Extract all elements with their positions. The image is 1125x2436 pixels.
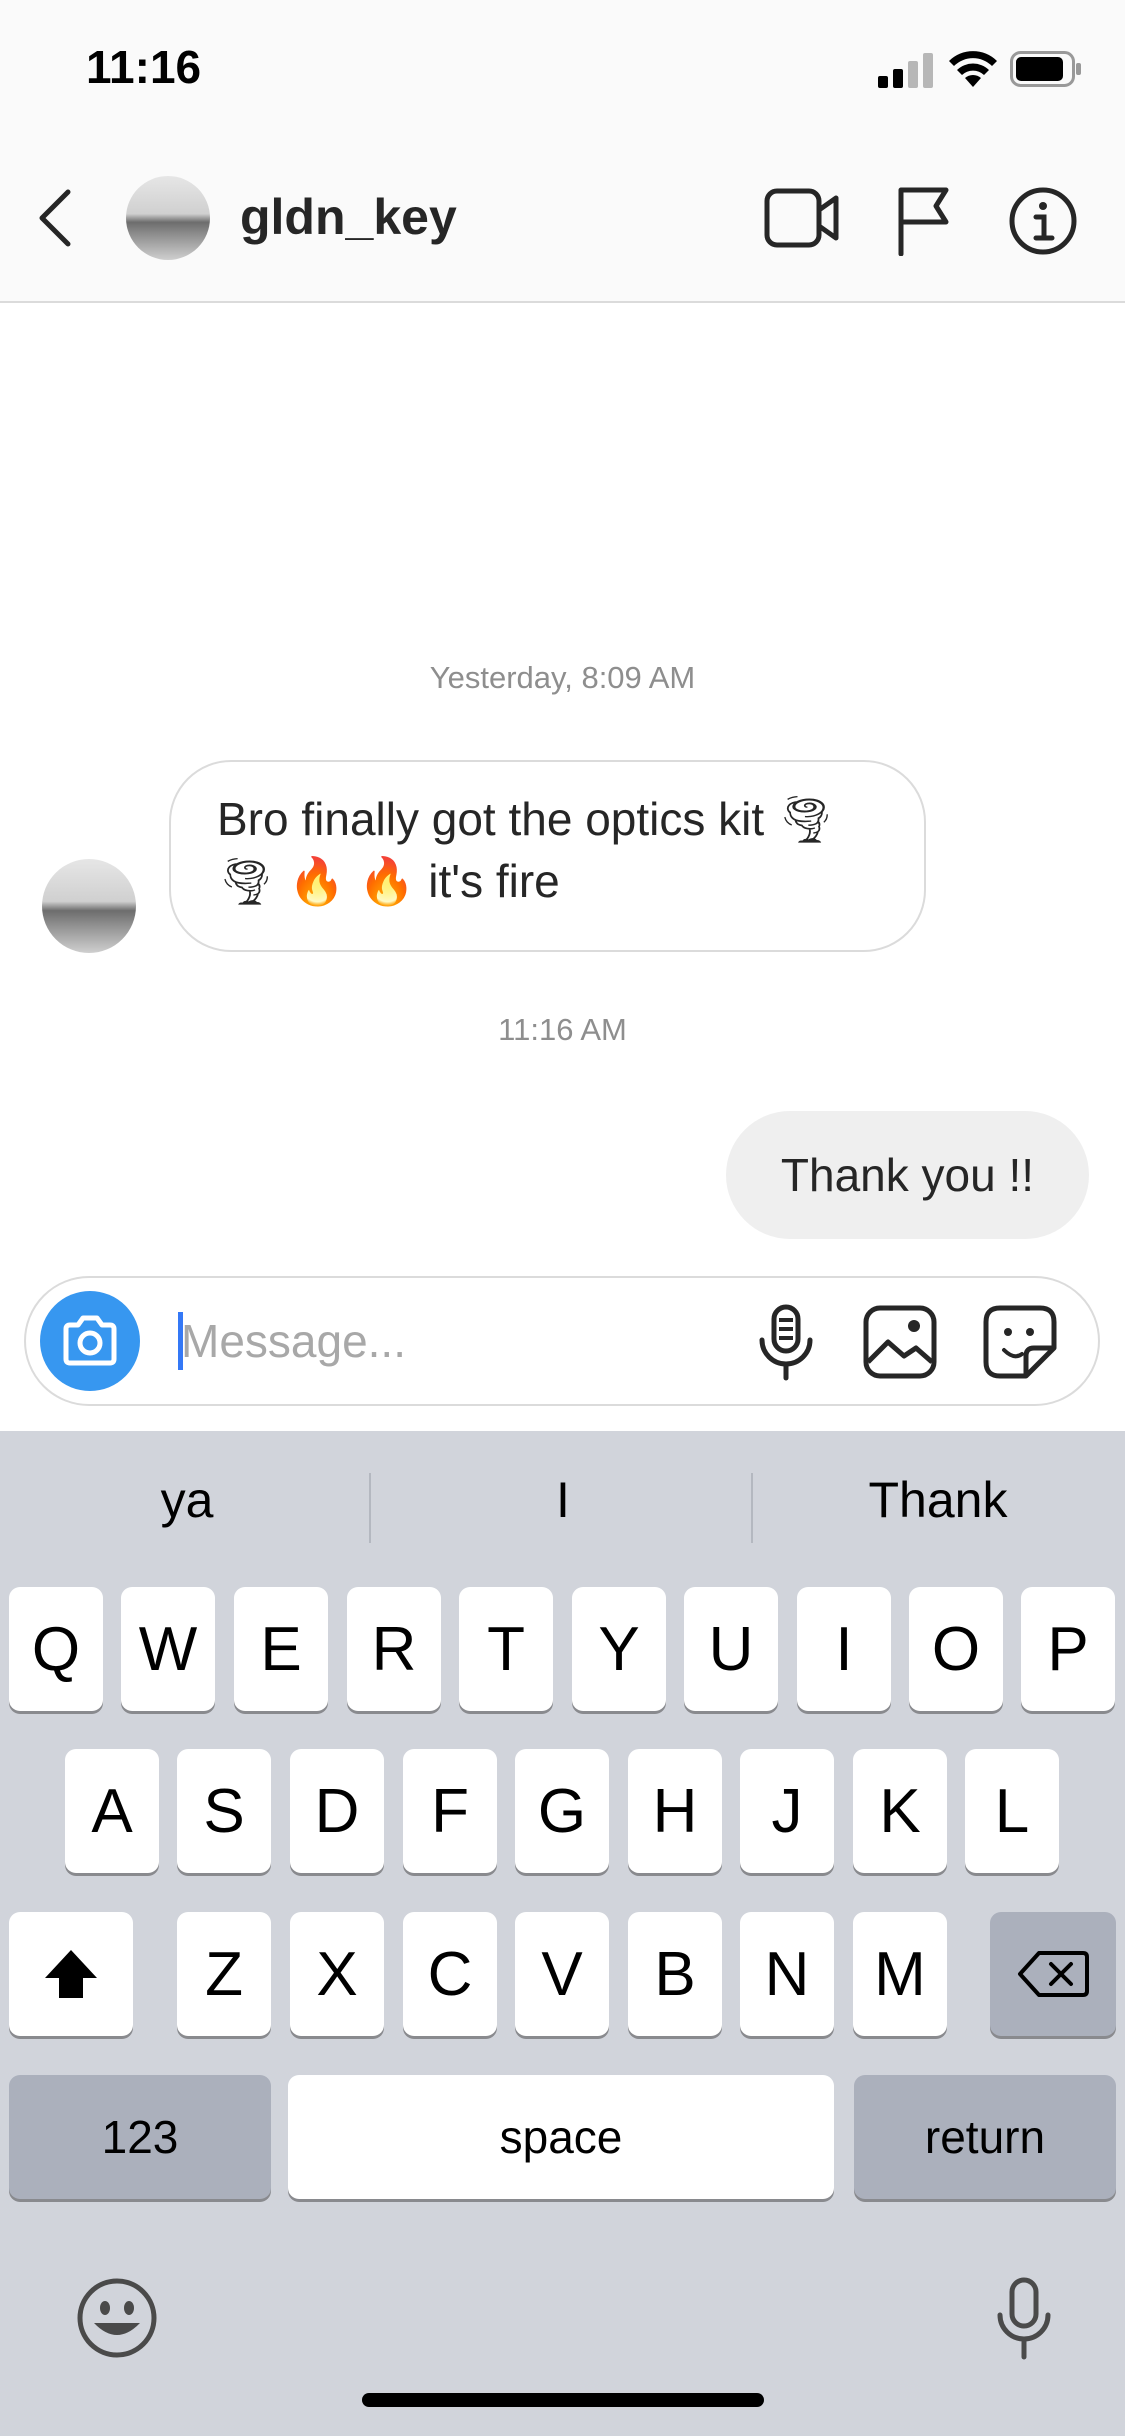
key-n[interactable]: N xyxy=(740,1912,834,2036)
key-s[interactable]: S xyxy=(177,1749,271,1873)
outgoing-message-bubble[interactable]: Thank you !! xyxy=(726,1111,1089,1239)
signal-icon xyxy=(878,53,933,88)
key-x[interactable]: X xyxy=(290,1912,384,2036)
timestamp-today: 11:16 AM xyxy=(498,1012,627,1047)
key-e[interactable]: E xyxy=(234,1587,328,1711)
sticker-icon[interactable] xyxy=(982,1304,1058,1380)
key-g[interactable]: G xyxy=(515,1749,609,1873)
key-o[interactable]: O xyxy=(909,1587,1003,1711)
key-l[interactable]: L xyxy=(965,1749,1059,1873)
shift-icon xyxy=(45,1950,97,1998)
status-bar: 11:16 xyxy=(0,0,1125,130)
key-k[interactable]: K xyxy=(853,1749,947,1873)
emoji-icon[interactable] xyxy=(76,2277,158,2359)
home-indicator xyxy=(362,2393,764,2407)
key-a[interactable]: A xyxy=(65,1749,159,1873)
key-m[interactable]: M xyxy=(853,1912,947,2036)
key-r[interactable]: R xyxy=(347,1587,441,1711)
key-t[interactable]: T xyxy=(459,1587,553,1711)
camera-icon xyxy=(63,1315,117,1366)
outgoing-message-text: Thank you !! xyxy=(780,1149,1035,1201)
key-w[interactable]: W xyxy=(121,1587,215,1711)
header-username[interactable]: gldn_key xyxy=(240,188,457,246)
key-d[interactable]: D xyxy=(290,1749,384,1873)
key-z[interactable]: Z xyxy=(177,1912,271,2036)
back-chevron-icon[interactable] xyxy=(34,188,74,248)
gallery-icon[interactable] xyxy=(862,1304,938,1380)
timestamp-yesterday: Yesterday, 8:09 AM xyxy=(429,660,696,695)
backspace-key[interactable] xyxy=(990,1912,1116,2036)
key-h[interactable]: H xyxy=(628,1749,722,1873)
key-p[interactable]: P xyxy=(1021,1587,1115,1711)
conversation-header: gldn_key xyxy=(0,130,1125,303)
key-j[interactable]: J xyxy=(740,1749,834,1873)
message-composer xyxy=(24,1276,1100,1406)
suggestion-i[interactable]: I xyxy=(376,1471,750,1529)
suggestion-thank[interactable]: Thank xyxy=(751,1471,1125,1529)
incoming-message-line-1: Bro finally got the optics kit 🌪 xyxy=(217,793,836,845)
key-c[interactable]: C xyxy=(403,1912,497,2036)
camera-button[interactable] xyxy=(40,1291,140,1391)
message-input[interactable] xyxy=(181,1308,741,1374)
numbers-key[interactable]: 123 xyxy=(9,2075,271,2199)
shift-key[interactable] xyxy=(9,1912,133,2036)
key-q[interactable]: Q xyxy=(9,1587,103,1711)
key-u[interactable]: U xyxy=(684,1587,778,1711)
sender-avatar[interactable] xyxy=(42,859,136,953)
wifi-icon xyxy=(949,51,997,87)
key-v[interactable]: V xyxy=(515,1912,609,2036)
header-avatar[interactable] xyxy=(126,176,210,260)
incoming-message-bubble[interactable]: Bro finally got the optics kit 🌪 🌪 🔥 🔥 i… xyxy=(169,760,926,952)
return-key[interactable]: return xyxy=(854,2075,1116,2199)
battery-icon xyxy=(1010,51,1081,87)
info-icon[interactable] xyxy=(1008,186,1078,256)
dictation-icon[interactable] xyxy=(996,2277,1052,2363)
incoming-message-line-2: 🌪 🔥 🔥 it's fire xyxy=(217,855,560,907)
flag-icon[interactable] xyxy=(896,184,952,256)
microphone-icon[interactable] xyxy=(756,1304,816,1382)
suggestion-divider xyxy=(369,1473,371,1543)
backspace-icon xyxy=(1018,1951,1089,1997)
status-time: 11:16 xyxy=(86,41,202,93)
key-b[interactable]: B xyxy=(628,1912,722,2036)
keyboard: ya I Thank Q W E R T Y U I O P A S D F G… xyxy=(0,1431,1125,2436)
key-y[interactable]: Y xyxy=(572,1587,666,1711)
space-key[interactable]: space xyxy=(288,2075,834,2199)
text-caret xyxy=(178,1312,183,1370)
key-i[interactable]: I xyxy=(797,1587,891,1711)
key-f[interactable]: F xyxy=(403,1749,497,1873)
video-call-icon[interactable] xyxy=(764,186,840,250)
suggestion-ya[interactable]: ya xyxy=(0,1471,374,1529)
